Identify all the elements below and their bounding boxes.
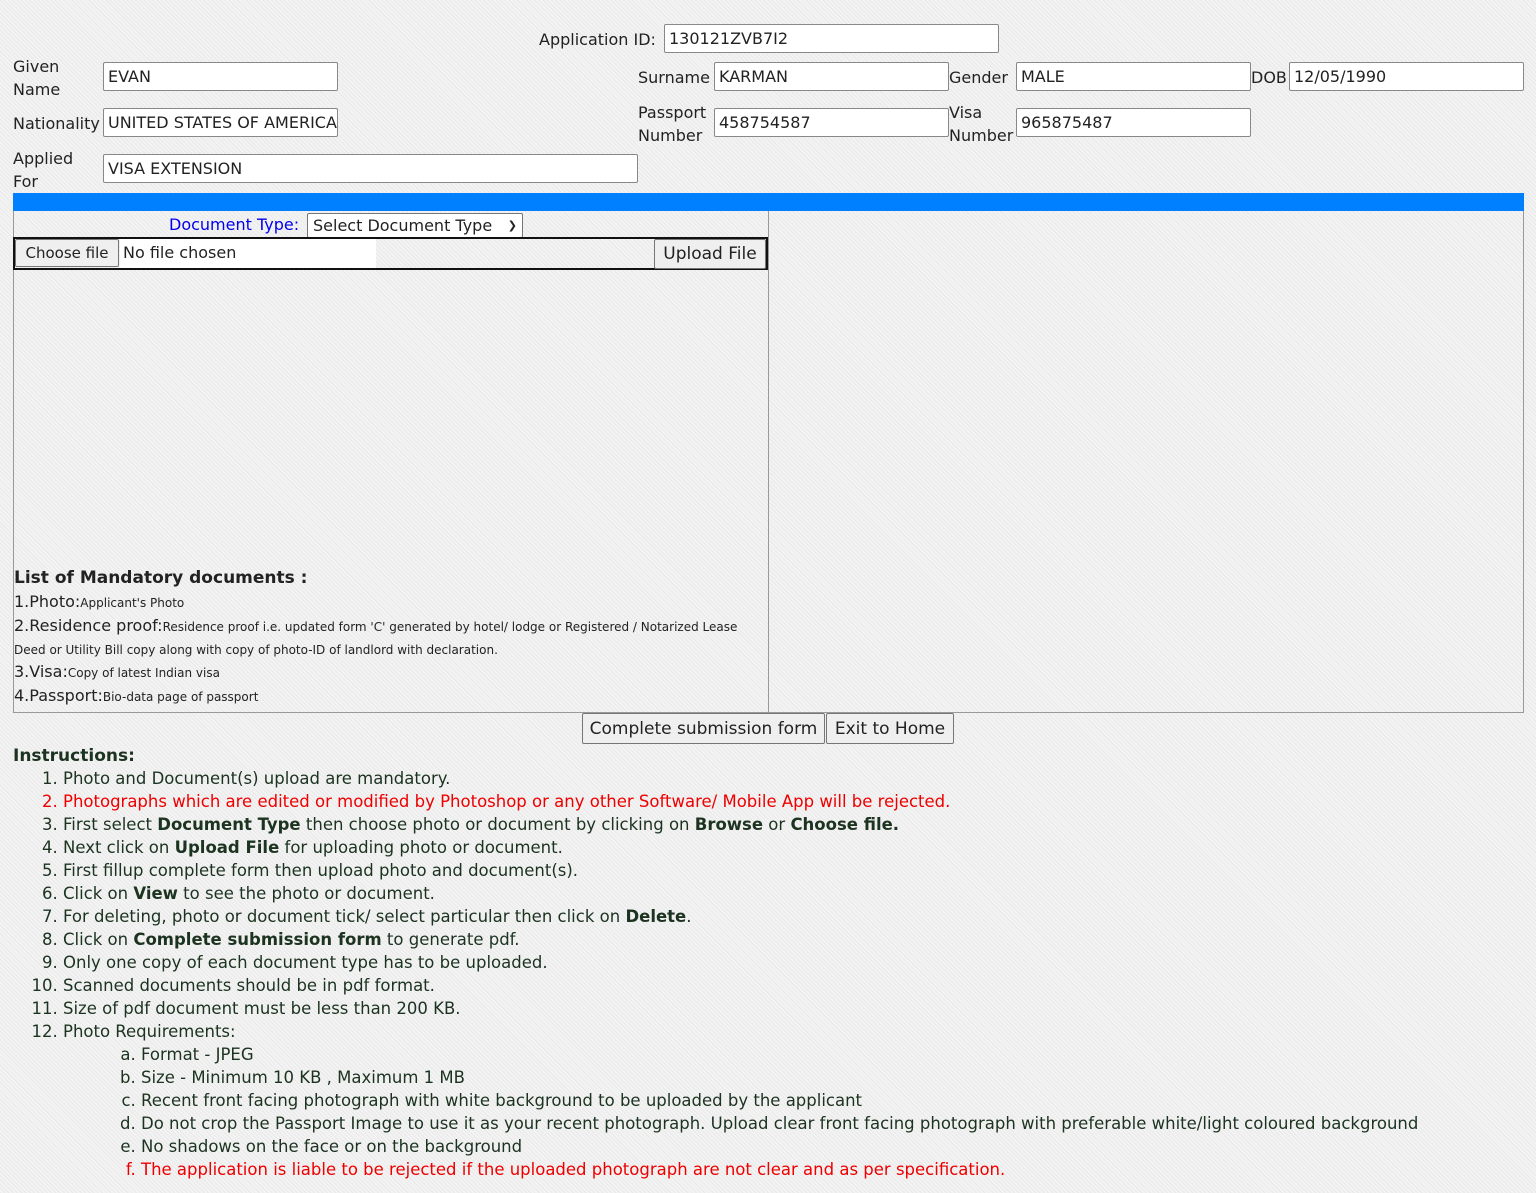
instruction-text: Photo and Document(s) upload are mandato… <box>63 769 451 788</box>
complete-submission-button[interactable]: Complete submission form <box>582 713 825 744</box>
instruction-text: Upload File <box>174 838 280 857</box>
instruction-text: View <box>133 884 178 903</box>
mandatory-doc-item: 1.Photo:Applicant's Photo <box>14 591 754 614</box>
dob-field[interactable]: 12/05/1990 <box>1289 62 1524 91</box>
nationality-field[interactable]: UNITED STATES OF AMERICA <box>103 108 338 137</box>
surname-label: Surname <box>638 68 710 87</box>
mandatory-doc-desc: Bio-data page of passport <box>102 690 259 704</box>
instruction-text: Photo Requirements: <box>63 1022 236 1041</box>
instruction-text: for uploading photo or document. <box>279 838 563 857</box>
instruction-text: First select <box>63 815 158 834</box>
mandatory-doc-label: 1.Photo: <box>14 592 81 611</box>
section-bar <box>13 193 1524 211</box>
instruction-text: Delete <box>625 907 687 926</box>
instruction-text: . <box>686 907 692 926</box>
instruction-item: Next click on Upload File for uploading … <box>63 836 1513 859</box>
instruction-item: Photographs which are edited or modified… <box>63 790 1513 813</box>
instructions-list: Photo and Document(s) upload are mandato… <box>13 767 1513 1181</box>
mandatory-doc-item: 4.Passport:Bio-data page of passport <box>14 685 754 708</box>
photo-requirements-list: Format - JPEGSize - Minimum 10 KB , Maxi… <box>63 1043 1513 1181</box>
mandatory-doc-label: 4.Passport: <box>14 686 103 705</box>
application-id-label: Application ID: <box>539 30 656 49</box>
instruction-text: Size of pdf document must be less than 2… <box>63 999 461 1018</box>
application-id-field[interactable]: 130121ZVB7I2 <box>664 24 999 53</box>
upload-file-button[interactable]: Upload File <box>654 239 766 269</box>
instruction-text: Complete submission form <box>133 930 382 949</box>
passport-number-field[interactable]: 458754587 <box>714 108 949 137</box>
instruction-text: Click on <box>63 884 134 903</box>
photo-requirement-item: No shadows on the face or on the backgro… <box>141 1135 1513 1158</box>
instruction-text: Photographs which are edited or modified… <box>63 792 951 811</box>
instruction-text: Click on <box>63 930 134 949</box>
photo-requirement-item: Size - Minimum 10 KB , Maximum 1 MB <box>141 1066 1513 1089</box>
instruction-text: then choose photo or document by clickin… <box>300 815 695 834</box>
mandatory-doc-label: 2.Residence proof: <box>14 616 163 635</box>
instruction-item: Click on Complete submission form to gen… <box>63 928 1513 951</box>
instructions: Instructions: Photo and Document(s) uplo… <box>13 745 1513 1181</box>
instruction-text: For deleting, photo or document tick/ se… <box>63 907 626 926</box>
photo-requirement-item: The application is liable to be rejected… <box>141 1158 1513 1181</box>
exit-to-home-button[interactable]: Exit to Home <box>826 713 954 744</box>
instruction-text: Document Type <box>157 815 301 834</box>
instruction-text: Browse <box>694 815 764 834</box>
instruction-text: to generate pdf. <box>381 930 520 949</box>
instruction-text: Only one copy of each document type has … <box>63 953 548 972</box>
document-type-label: Document Type: <box>169 215 300 234</box>
visa-number-field[interactable]: 965875487 <box>1016 108 1251 137</box>
gender-field[interactable]: MALE <box>1016 62 1251 91</box>
gender-label: Gender <box>949 68 1008 87</box>
photo-requirement-item: Recent front facing photograph with whit… <box>141 1089 1513 1112</box>
mandatory-doc-label: 3.Visa: <box>14 662 68 681</box>
instructions-title: Instructions: <box>13 746 135 766</box>
instruction-text: to see the photo or document. <box>177 884 435 903</box>
given-name-field[interactable]: EVAN <box>103 62 338 91</box>
instruction-text: Choose file. <box>790 815 900 834</box>
instruction-text: Scanned documents should be in pdf forma… <box>63 976 435 995</box>
dob-label: DOB <box>1251 68 1287 87</box>
instruction-item: For deleting, photo or document tick/ se… <box>63 905 1513 928</box>
instruction-item: Photo Requirements: Format - JPEGSize - M… <box>63 1020 1513 1181</box>
visa-number-label: Visa Number <box>949 103 1014 145</box>
no-file-chosen-text: No file chosen <box>123 243 237 262</box>
mandatory-docs-list: 1.Photo:Applicant's Photo 2.Residence pro… <box>14 591 754 709</box>
photo-requirement-item: Do not crop the Passport Image to use it… <box>141 1112 1513 1135</box>
instruction-item: Photo and Document(s) upload are mandato… <box>63 767 1513 790</box>
instruction-item: First fillup complete form then upload p… <box>63 859 1513 882</box>
mandatory-doc-item: 2.Residence proof:Residence proof i.e. u… <box>14 615 754 661</box>
choose-file-button[interactable]: Choose file <box>15 239 119 267</box>
given-name-label: Given Name <box>13 57 61 99</box>
instruction-item: First select Document Type then choose p… <box>63 813 1513 836</box>
mandatory-doc-desc: Copy of latest Indian visa <box>67 666 220 680</box>
document-type-selected: Select Document Type <box>313 216 493 235</box>
passport-number-label: Passport Number <box>638 103 707 145</box>
mandatory-doc-item: 3.Visa:Copy of latest Indian visa <box>14 661 754 684</box>
applied-for-field[interactable]: VISA EXTENSION <box>103 154 638 183</box>
instruction-item: Only one copy of each document type has … <box>63 951 1513 974</box>
instruction-item: Click on View to see the photo or docume… <box>63 882 1513 905</box>
instruction-text: Next click on <box>63 838 175 857</box>
applied-for-label: Applied For <box>13 149 74 191</box>
nationality-label: Nationality <box>13 114 100 133</box>
chevron-down-icon: ❯ <box>507 219 517 232</box>
instruction-item: Size of pdf document must be less than 2… <box>63 997 1513 1020</box>
instruction-item: Scanned documents should be in pdf forma… <box>63 974 1513 997</box>
mandatory-docs-title: List of Mandatory documents : <box>14 568 308 588</box>
surname-field[interactable]: KARMAN <box>714 62 949 91</box>
instruction-text: First fillup complete form then upload p… <box>63 861 579 880</box>
instruction-text: or <box>763 815 791 834</box>
document-type-select[interactable]: Select Document Type ❯ <box>307 213 523 238</box>
mandatory-doc-desc: Applicant's Photo <box>80 596 185 610</box>
photo-requirement-item: Format - JPEG <box>141 1043 1513 1066</box>
